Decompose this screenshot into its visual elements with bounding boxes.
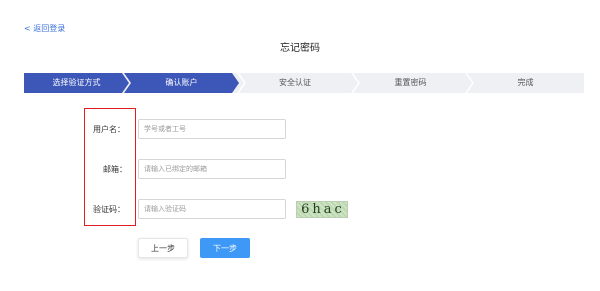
next-step-button[interactable]: 下一步 [200, 238, 250, 258]
step-security-auth: 安全认证 [239, 73, 351, 93]
username-input[interactable] [138, 119, 286, 139]
step-label: 确认账户 [165, 78, 198, 87]
email-label: 邮箱： [103, 165, 127, 174]
step-label: 完成 [517, 78, 534, 87]
captcha-input[interactable] [138, 199, 286, 219]
forgot-password-page: < 返回登录 忘记密码 选择验证方式 确认账户 安全认证 重置密码 完成 用户名… [0, 0, 600, 291]
step-reset-password: 重置密码 [353, 73, 468, 93]
step-confirm-account: 确认账户 [124, 73, 239, 93]
email-input[interactable] [138, 159, 286, 179]
previous-step-button[interactable]: 上一步 [138, 238, 188, 258]
captcha-image[interactable]: 6hac [296, 201, 348, 218]
username-label: 用户名： [93, 125, 125, 134]
step-label: 选择验证方式 [52, 78, 101, 87]
page-title: 忘记密码 [280, 43, 320, 54]
progress-steps: 选择验证方式 确认账户 安全认证 重置密码 完成 [24, 73, 584, 93]
step-select-method: 选择验证方式 [24, 73, 129, 93]
captcha-label: 验证码： [93, 205, 125, 214]
step-label: 重置密码 [394, 78, 427, 87]
back-to-login-link[interactable]: < 返回登录 [24, 23, 65, 34]
captcha-text: 6hac [301, 202, 345, 217]
step-complete: 完成 [467, 73, 584, 93]
step-label: 安全认证 [279, 78, 311, 87]
